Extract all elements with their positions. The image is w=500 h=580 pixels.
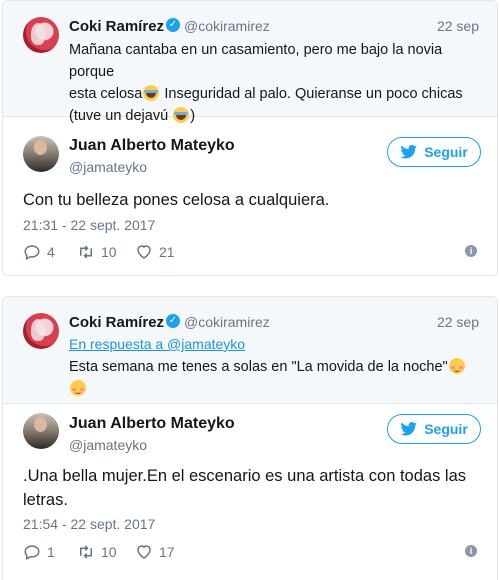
parent-text-line: esta celosa Inseguridad al palo. Quieran… <box>69 83 481 105</box>
avatar[interactable] <box>23 313 59 349</box>
twitter-bird-icon <box>400 422 418 436</box>
avatar[interactable] <box>23 136 59 172</box>
author-handle[interactable]: @jamateyko <box>69 437 147 453</box>
parent-author-handle[interactable]: @cokiramirez <box>184 18 270 34</box>
avatar[interactable] <box>23 413 59 449</box>
heart-icon <box>137 245 151 259</box>
embedded-tweet-card: Coki Ramírez ✓ @cokiramirez 22 sep En re… <box>2 296 498 580</box>
info-icon[interactable]: i <box>465 245 477 257</box>
parent-tweet[interactable]: Coki Ramírez ✓ @cokiramirez 22 sep Mañan… <box>3 1 497 124</box>
blushing-smile-emoji <box>70 380 86 396</box>
heart-icon <box>137 545 151 559</box>
tweet-text: Con tu belleza pones celosa a cualquiera… <box>23 191 330 209</box>
like-action[interactable]: 17 <box>135 543 175 561</box>
tweet-text-line: .Una bella mujer.En el escenario es una … <box>23 467 467 485</box>
tears-of-joy-emoji <box>143 85 160 101</box>
parent-tweet-text: Mañana cantaba en un casamiento, pero me… <box>69 39 481 127</box>
retweet-action[interactable]: 10 <box>77 243 117 261</box>
retweet-count: 10 <box>101 544 117 560</box>
retweet-icon <box>80 545 92 559</box>
avatar[interactable] <box>23 17 59 53</box>
reply-to-link[interactable]: En respuesta a @jamateyko <box>69 336 245 352</box>
parent-text-segment: ) <box>190 108 196 124</box>
parent-text-segment: Esta semana me tenes a solas en "La movi… <box>69 359 448 375</box>
parent-author-name[interactable]: Coki Ramírez <box>69 18 164 35</box>
reply-icon <box>24 545 40 561</box>
like-count: 17 <box>159 544 175 560</box>
blushing-smile-emoji <box>448 358 465 374</box>
parent-text-line: Mañana cantaba en un casamiento, pero me… <box>69 42 443 80</box>
author-name[interactable]: Juan Alberto Mateyko <box>69 415 235 433</box>
tweet-actions: 1 10 17 i <box>23 543 477 563</box>
parent-text-segment: Inseguridad al palo. Quieranse un poco c… <box>160 86 463 102</box>
follow-button-label: Seguir <box>424 144 468 160</box>
tears-of-joy-emoji <box>173 107 190 123</box>
follow-button[interactable]: Seguir <box>387 414 481 444</box>
embedded-tweet-card: Coki Ramírez ✓ @cokiramirez 22 sep Mañan… <box>2 0 498 276</box>
retweet-count: 10 <box>101 244 117 260</box>
tweet-timestamp[interactable]: 21:31 - 22 sept. 2017 <box>23 217 155 233</box>
parent-tweet[interactable]: Coki Ramírez ✓ @cokiramirez 22 sep En re… <box>3 297 497 404</box>
verified-badge-icon: ✓ <box>166 314 180 328</box>
reply-count: 1 <box>47 544 55 560</box>
reply-icon <box>24 245 40 261</box>
reply-action[interactable]: 1 <box>23 543 55 561</box>
tweet-text-line: letras. <box>23 491 68 509</box>
retweet-action[interactable]: 10 <box>77 543 117 561</box>
parent-text-segment: esta celosa <box>69 86 143 102</box>
parent-tweet-text: Esta semana me tenes a solas en "La movi… <box>69 356 481 400</box>
follow-button[interactable]: Seguir <box>387 137 481 167</box>
twitter-bird-icon <box>400 145 418 159</box>
reply-action[interactable]: 4 <box>23 243 55 261</box>
parent-date[interactable]: 22 sep <box>437 18 479 34</box>
parent-date[interactable]: 22 sep <box>437 314 479 330</box>
parent-text-line: (tuve un dejavú ) <box>69 105 481 127</box>
tweet-timestamp[interactable]: 21:54 - 22 sept. 2017 <box>23 516 155 532</box>
parent-text-segment: (tuve un dejavú <box>69 108 173 124</box>
like-count: 21 <box>159 244 175 260</box>
tweet-text: .Una bella mujer.En el escenario es una … <box>23 464 477 512</box>
follow-button-label: Seguir <box>424 421 468 437</box>
verified-badge-icon: ✓ <box>166 18 180 32</box>
parent-author-name[interactable]: Coki Ramírez <box>69 314 164 331</box>
info-icon[interactable]: i <box>465 545 477 557</box>
tweet-actions: 4 10 21 i <box>23 243 477 263</box>
retweet-icon <box>80 245 92 259</box>
like-action[interactable]: 21 <box>135 243 175 261</box>
parent-author-handle[interactable]: @cokiramirez <box>184 314 270 330</box>
author-name[interactable]: Juan Alberto Mateyko <box>69 137 235 155</box>
reply-count: 4 <box>47 244 55 260</box>
author-handle[interactable]: @jamateyko <box>69 159 147 175</box>
